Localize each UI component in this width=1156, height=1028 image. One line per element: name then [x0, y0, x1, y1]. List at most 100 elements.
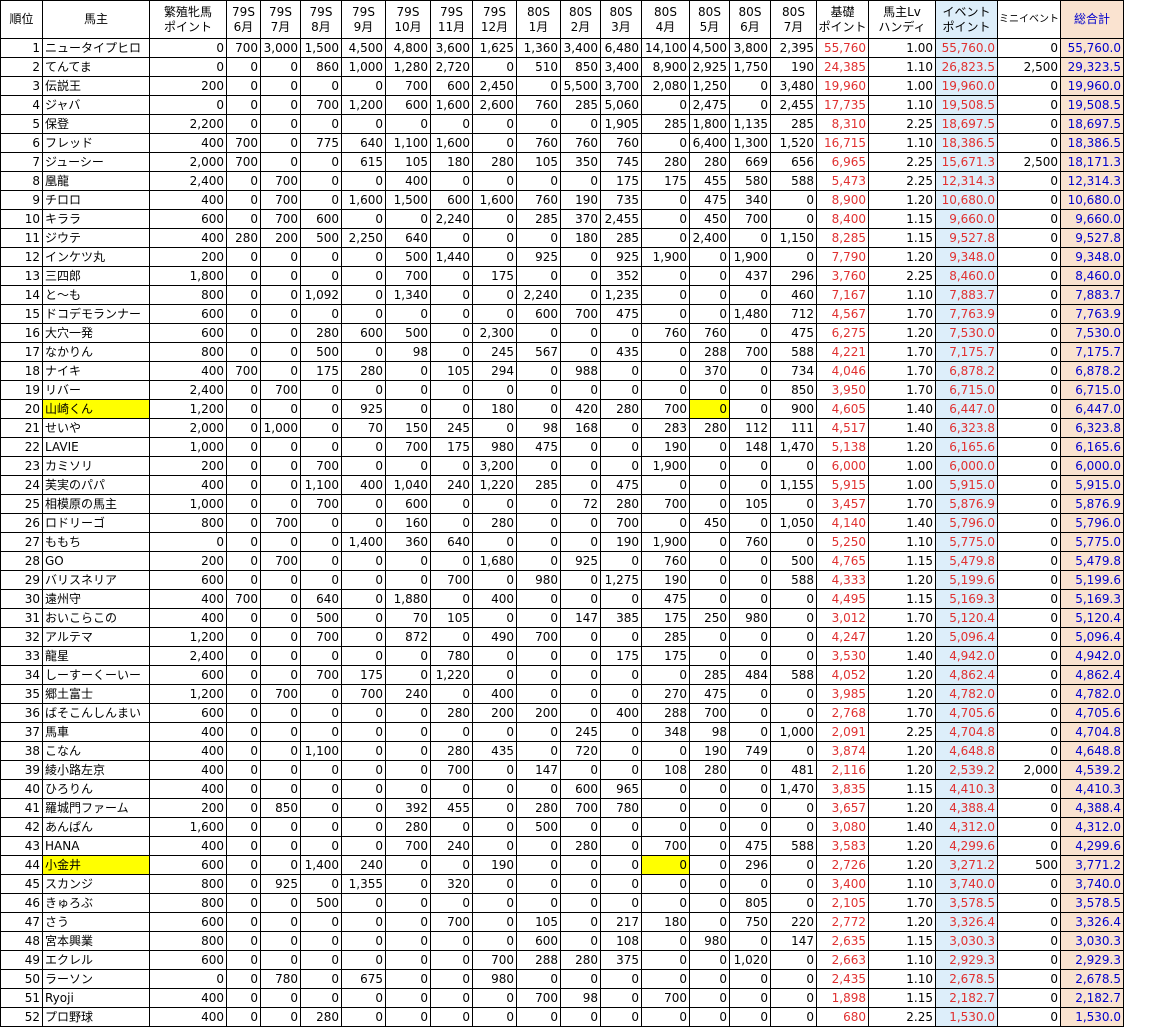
cell-80s-jan[interactable]: 98	[516, 418, 561, 438]
cell-event-points[interactable]: 4,312.0	[935, 817, 998, 837]
cell-owner[interactable]: キララ	[42, 209, 150, 229]
cell-80s-may[interactable]: 285	[689, 665, 730, 685]
cell-broodmare-points[interactable]: 2,400	[149, 380, 227, 400]
cell-80s-jan[interactable]: 0	[516, 969, 561, 989]
cell-lv-handicap[interactable]: 1.10	[868, 285, 936, 305]
cell-79s-sep[interactable]: 640	[341, 133, 386, 153]
cell-80s-may[interactable]: 2,475	[689, 95, 730, 115]
cell-80s-apr[interactable]: 1,900	[641, 532, 690, 552]
cell-owner[interactable]: 馬車	[42, 722, 150, 742]
cell-broodmare-points[interactable]: 2,400	[149, 646, 227, 666]
cell-80s-may[interactable]: 0	[689, 304, 730, 324]
cell-base-points[interactable]: 4,567	[816, 304, 869, 324]
cell-79s-nov[interactable]: 0	[430, 513, 473, 533]
cell-79s-jun[interactable]: 0	[226, 437, 261, 457]
cell-broodmare-points[interactable]: 800	[149, 342, 227, 362]
cell-broodmare-points[interactable]: 1,200	[149, 399, 227, 419]
cell-79s-dec[interactable]: 0	[472, 760, 517, 780]
cell-owner[interactable]: と～も	[42, 285, 150, 305]
cell-80s-mar[interactable]: 0	[600, 627, 642, 647]
cell-79s-jun[interactable]: 0	[226, 817, 261, 837]
cell-rank[interactable]: 27	[0, 532, 43, 552]
cell-80s-mar[interactable]: 175	[600, 171, 642, 191]
cell-79s-dec[interactable]: 0	[472, 57, 517, 77]
cell-mini-event[interactable]: 0	[997, 703, 1061, 723]
cell-owner[interactable]: ロドリーゴ	[42, 513, 150, 533]
cell-lv-handicap[interactable]: 1.40	[868, 399, 936, 419]
cell-80s-may[interactable]: 700	[689, 703, 730, 723]
cell-80s-apr[interactable]: 0	[641, 380, 690, 400]
cell-80s-may[interactable]: 475	[689, 190, 730, 210]
cell-79s-dec[interactable]: 280	[472, 513, 517, 533]
cell-79s-jul[interactable]: 0	[260, 266, 301, 286]
cell-broodmare-points[interactable]: 0	[149, 95, 227, 115]
cell-lv-handicap[interactable]: 1.70	[868, 342, 936, 362]
cell-owner[interactable]: 保登	[42, 114, 150, 134]
cell-79s-aug[interactable]: 0	[300, 760, 342, 780]
cell-event-points[interactable]: 4,410.3	[935, 779, 998, 799]
cell-80s-apr[interactable]: 0	[641, 741, 690, 761]
cell-80s-feb[interactable]: 0	[560, 323, 601, 343]
cell-80s-jul[interactable]: 1,520	[770, 133, 817, 153]
cell-event-points[interactable]: 2,678.5	[935, 969, 998, 989]
cell-79s-oct[interactable]: 700	[385, 266, 431, 286]
cell-80s-jan[interactable]: 0	[516, 456, 561, 476]
cell-80s-jul[interactable]: 588	[770, 665, 817, 685]
cell-base-points[interactable]: 3,012	[816, 608, 869, 628]
cell-80s-mar[interactable]: 0	[600, 323, 642, 343]
cell-owner[interactable]: ひろりん	[42, 779, 150, 799]
cell-79s-jun[interactable]: 0	[226, 95, 261, 115]
cell-rank[interactable]: 7	[0, 152, 43, 172]
cell-79s-oct[interactable]: 150	[385, 418, 431, 438]
cell-rank[interactable]: 42	[0, 817, 43, 837]
cell-80s-jul[interactable]: 3,480	[770, 76, 817, 96]
cell-79s-oct[interactable]: 700	[385, 437, 431, 457]
cell-80s-mar[interactable]: 375	[600, 950, 642, 970]
cell-80s-may[interactable]: 0	[689, 627, 730, 647]
cell-grand-total[interactable]: 29,323.5	[1060, 57, 1124, 77]
cell-79s-nov[interactable]: 0	[430, 722, 473, 742]
cell-79s-dec[interactable]: 200	[472, 703, 517, 723]
cell-event-points[interactable]: 5,169.3	[935, 589, 998, 609]
cell-80s-mar[interactable]: 280	[600, 494, 642, 514]
cell-80s-apr[interactable]: 0	[641, 190, 690, 210]
cell-event-points[interactable]: 4,862.4	[935, 665, 998, 685]
cell-lv-handicap[interactable]: 1.20	[868, 570, 936, 590]
cell-80s-jul[interactable]: 712	[770, 304, 817, 324]
cell-rank[interactable]: 23	[0, 456, 43, 476]
cell-owner[interactable]: あんぱん	[42, 817, 150, 837]
cell-80s-mar[interactable]: 6,480	[600, 38, 642, 58]
cell-mini-event[interactable]: 0	[997, 893, 1061, 913]
cell-base-points[interactable]: 24,385	[816, 57, 869, 77]
cell-79s-aug[interactable]: 0	[300, 779, 342, 799]
cell-79s-oct[interactable]: 0	[385, 114, 431, 134]
cell-80s-jun[interactable]: 105	[729, 494, 771, 514]
cell-80s-may[interactable]: 0	[689, 646, 730, 666]
cell-rank[interactable]: 46	[0, 893, 43, 913]
cell-79s-sep[interactable]: 1,200	[341, 95, 386, 115]
cell-79s-dec[interactable]: 0	[472, 570, 517, 590]
cell-79s-aug[interactable]: 700	[300, 95, 342, 115]
cell-rank[interactable]: 5	[0, 114, 43, 134]
cell-79s-aug[interactable]: 0	[300, 722, 342, 742]
cell-grand-total[interactable]: 3,740.0	[1060, 874, 1124, 894]
cell-event-points[interactable]: 4,299.6	[935, 836, 998, 856]
cell-mini-event[interactable]: 0	[997, 912, 1061, 932]
cell-79s-dec[interactable]: 490	[472, 627, 517, 647]
cell-79s-aug[interactable]: 0	[300, 703, 342, 723]
cell-80s-may[interactable]: 1,800	[689, 114, 730, 134]
cell-80s-apr[interactable]: 190	[641, 570, 690, 590]
cell-79s-oct[interactable]: 0	[385, 646, 431, 666]
cell-79s-aug[interactable]: 0	[300, 247, 342, 267]
cell-80s-jan[interactable]: 1,360	[516, 38, 561, 58]
cell-lv-handicap[interactable]: 1.10	[868, 95, 936, 115]
cell-80s-jun[interactable]: 0	[729, 570, 771, 590]
cell-80s-jul[interactable]: 111	[770, 418, 817, 438]
cell-base-points[interactable]: 4,247	[816, 627, 869, 647]
cell-79s-jul[interactable]: 0	[260, 1007, 301, 1027]
cell-lv-handicap[interactable]: 1.15	[868, 779, 936, 799]
cell-base-points[interactable]: 2,116	[816, 760, 869, 780]
cell-80s-jun[interactable]: 296	[729, 855, 771, 875]
cell-owner[interactable]: カミソリ	[42, 456, 150, 476]
cell-79s-sep[interactable]: 0	[341, 494, 386, 514]
